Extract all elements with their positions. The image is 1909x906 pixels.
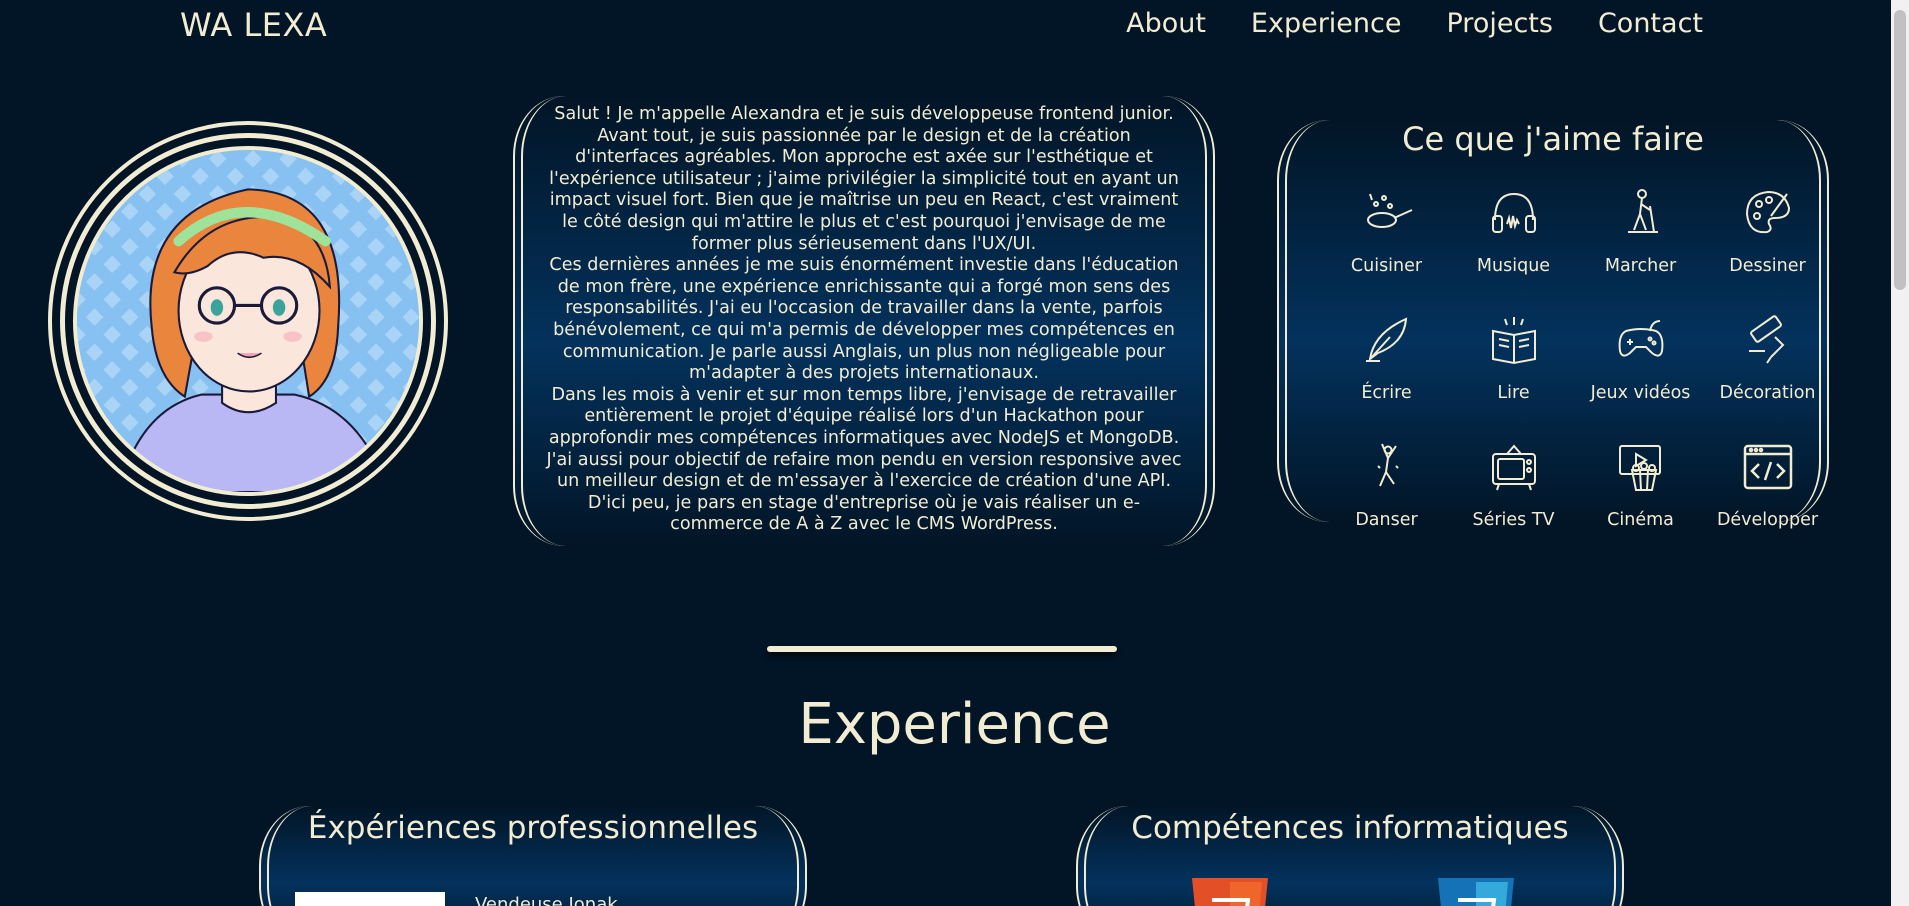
site-logo[interactable]: WA LEXA: [180, 6, 327, 44]
nav-link-experience[interactable]: Experience: [1251, 8, 1402, 39]
hobby-item: Décoration: [1704, 299, 1831, 426]
hobby-label: Danser: [1355, 510, 1418, 530]
css3-icon: [1438, 878, 1514, 906]
hobby-label: Cinéma: [1607, 510, 1674, 530]
hobby-label: Écrire: [1361, 383, 1412, 403]
experience-section-title: Experience: [798, 692, 1111, 757]
hobbies-grid: Cuisiner Musique Marcher Dessiner Écrire: [1323, 172, 1833, 553]
hobby-label: Jeux vidéos: [1590, 383, 1691, 403]
hobby-item: Cinéma: [1577, 426, 1704, 553]
nav-link-about[interactable]: About: [1126, 8, 1206, 39]
quill-icon: [1360, 313, 1414, 367]
hobbies-title: Ce que j'aime faire: [1402, 120, 1704, 158]
hobby-label: Dessiner: [1729, 256, 1806, 276]
page-scrollbar[interactable]: [1891, 0, 1909, 906]
nav-link-contact[interactable]: Contact: [1598, 8, 1703, 39]
about-paragraph: Salut ! Je m'appelle Alexandra et je sui…: [549, 104, 1179, 254]
hobby-item: Jeux vidéos: [1577, 299, 1704, 426]
avatar-frame: [48, 121, 448, 521]
cinema-popcorn-icon: [1614, 440, 1668, 494]
cooking-pan-icon: [1360, 186, 1414, 240]
hobby-item: Danser: [1323, 426, 1450, 553]
nav-link-projects[interactable]: Projects: [1447, 8, 1553, 39]
paint-roller-icon: [1741, 313, 1795, 367]
hobby-item: Dessiner: [1704, 172, 1831, 299]
tv-series-icon: [1487, 440, 1541, 494]
hobby-label: Marcher: [1604, 256, 1677, 276]
skills-card: Compétences informatiques: [1076, 806, 1624, 906]
html5-icon: [1192, 878, 1268, 906]
open-book-icon: [1487, 313, 1541, 367]
code-window-icon: [1741, 440, 1795, 494]
skills-title: Compétences informatiques: [1131, 810, 1569, 846]
headphones-icon: [1487, 186, 1541, 240]
hobby-label: Cuisiner: [1350, 256, 1423, 276]
hobby-item: Cuisiner: [1323, 172, 1450, 299]
hobbies-card: Ce que j'aime faire Cuisiner Musique Mar…: [1277, 120, 1829, 530]
avatar: [73, 146, 423, 496]
hobby-item: Musique: [1450, 172, 1577, 299]
hobby-item: Lire: [1450, 299, 1577, 426]
hobby-item: Écrire: [1323, 299, 1450, 426]
section-divider: [767, 646, 1117, 652]
hobby-label: Développer: [1716, 510, 1819, 530]
hobby-item: Séries TV: [1450, 426, 1577, 553]
scrollbar-thumb[interactable]: [1894, 10, 1906, 290]
about-text: Salut ! Je m'appelle Alexandra et je sui…: [545, 104, 1183, 536]
company-logo: [295, 892, 445, 906]
palette-icon: [1741, 186, 1795, 240]
about-paragraph: Ces dernières années je me suis énorméme…: [549, 255, 1179, 384]
about-paragraph: Dans les mois à venir et sur mon temps l…: [546, 384, 1182, 535]
hobby-item: Développer: [1704, 426, 1831, 553]
dancer-icon: [1360, 440, 1414, 494]
hobby-label: Séries TV: [1472, 510, 1555, 530]
avatar-illustration: [77, 150, 419, 492]
hobby-label: Décoration: [1719, 383, 1816, 403]
hobby-label: Lire: [1497, 383, 1530, 403]
experience-role: Vendeuse Jonak: [475, 894, 618, 906]
gamepad-icon: [1614, 313, 1668, 367]
hobby-item: Marcher: [1577, 172, 1704, 299]
professional-experience-card: Éxpériences professionnelles Vendeuse Jo…: [259, 806, 807, 906]
about-card: Salut ! Je m'appelle Alexandra et je sui…: [513, 96, 1215, 546]
professional-experience-title: Éxpériences professionnelles: [307, 810, 759, 846]
nav-links: About Experience Projects Contact: [1126, 8, 1703, 39]
hobby-label: Musique: [1476, 256, 1551, 276]
hiker-icon: [1614, 186, 1668, 240]
